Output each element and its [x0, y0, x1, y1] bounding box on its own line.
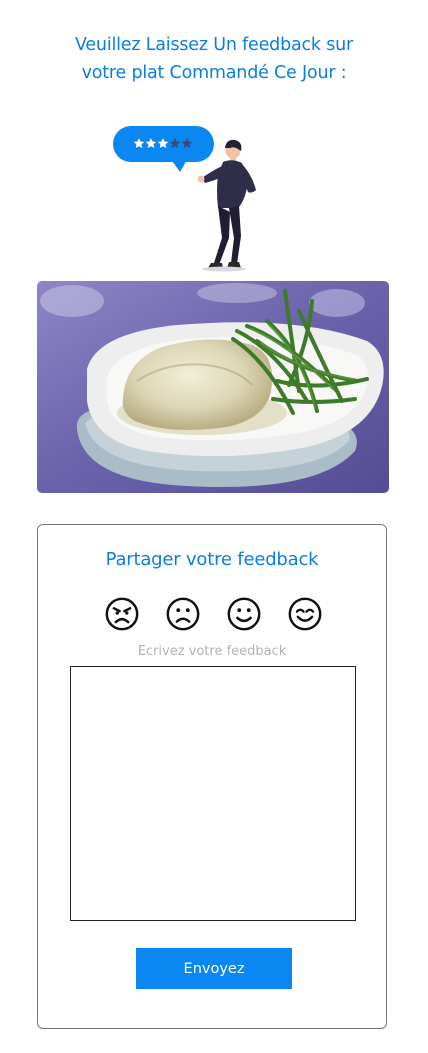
page-title: Veuillez Laissez Un feedback sur votre p…: [20, 31, 408, 87]
feedback-textarea[interactable]: [70, 666, 356, 921]
feedback-card: Partager votre feedback Ecrivez votre fe…: [37, 524, 387, 1029]
emoji-rating-row: [38, 595, 386, 635]
feedback-card-title: Partager votre feedback: [105, 549, 319, 570]
feedback-textarea-label: Ecrivez votre feedback: [137, 644, 287, 659]
review-person-illustration: [110, 120, 270, 272]
submit-feedback-button[interactable]: Envoyez: [136, 948, 292, 989]
smiling-face-icon[interactable]: [225, 595, 263, 633]
dish-image: [37, 281, 389, 493]
frowning-face-icon[interactable]: [164, 595, 202, 633]
happy-face-icon[interactable]: [286, 595, 324, 633]
review-person-icon: [113, 126, 256, 272]
page-title-line-1: Veuillez Laissez Un feedback sur: [74, 35, 354, 55]
page-title-line-2: votre plat Commandé Ce Jour :: [81, 63, 347, 83]
angry-face-icon[interactable]: [103, 595, 141, 633]
food-plate-photo: [37, 281, 389, 493]
person-figure: [197, 139, 256, 272]
rating-speech-bubble: [113, 126, 214, 172]
